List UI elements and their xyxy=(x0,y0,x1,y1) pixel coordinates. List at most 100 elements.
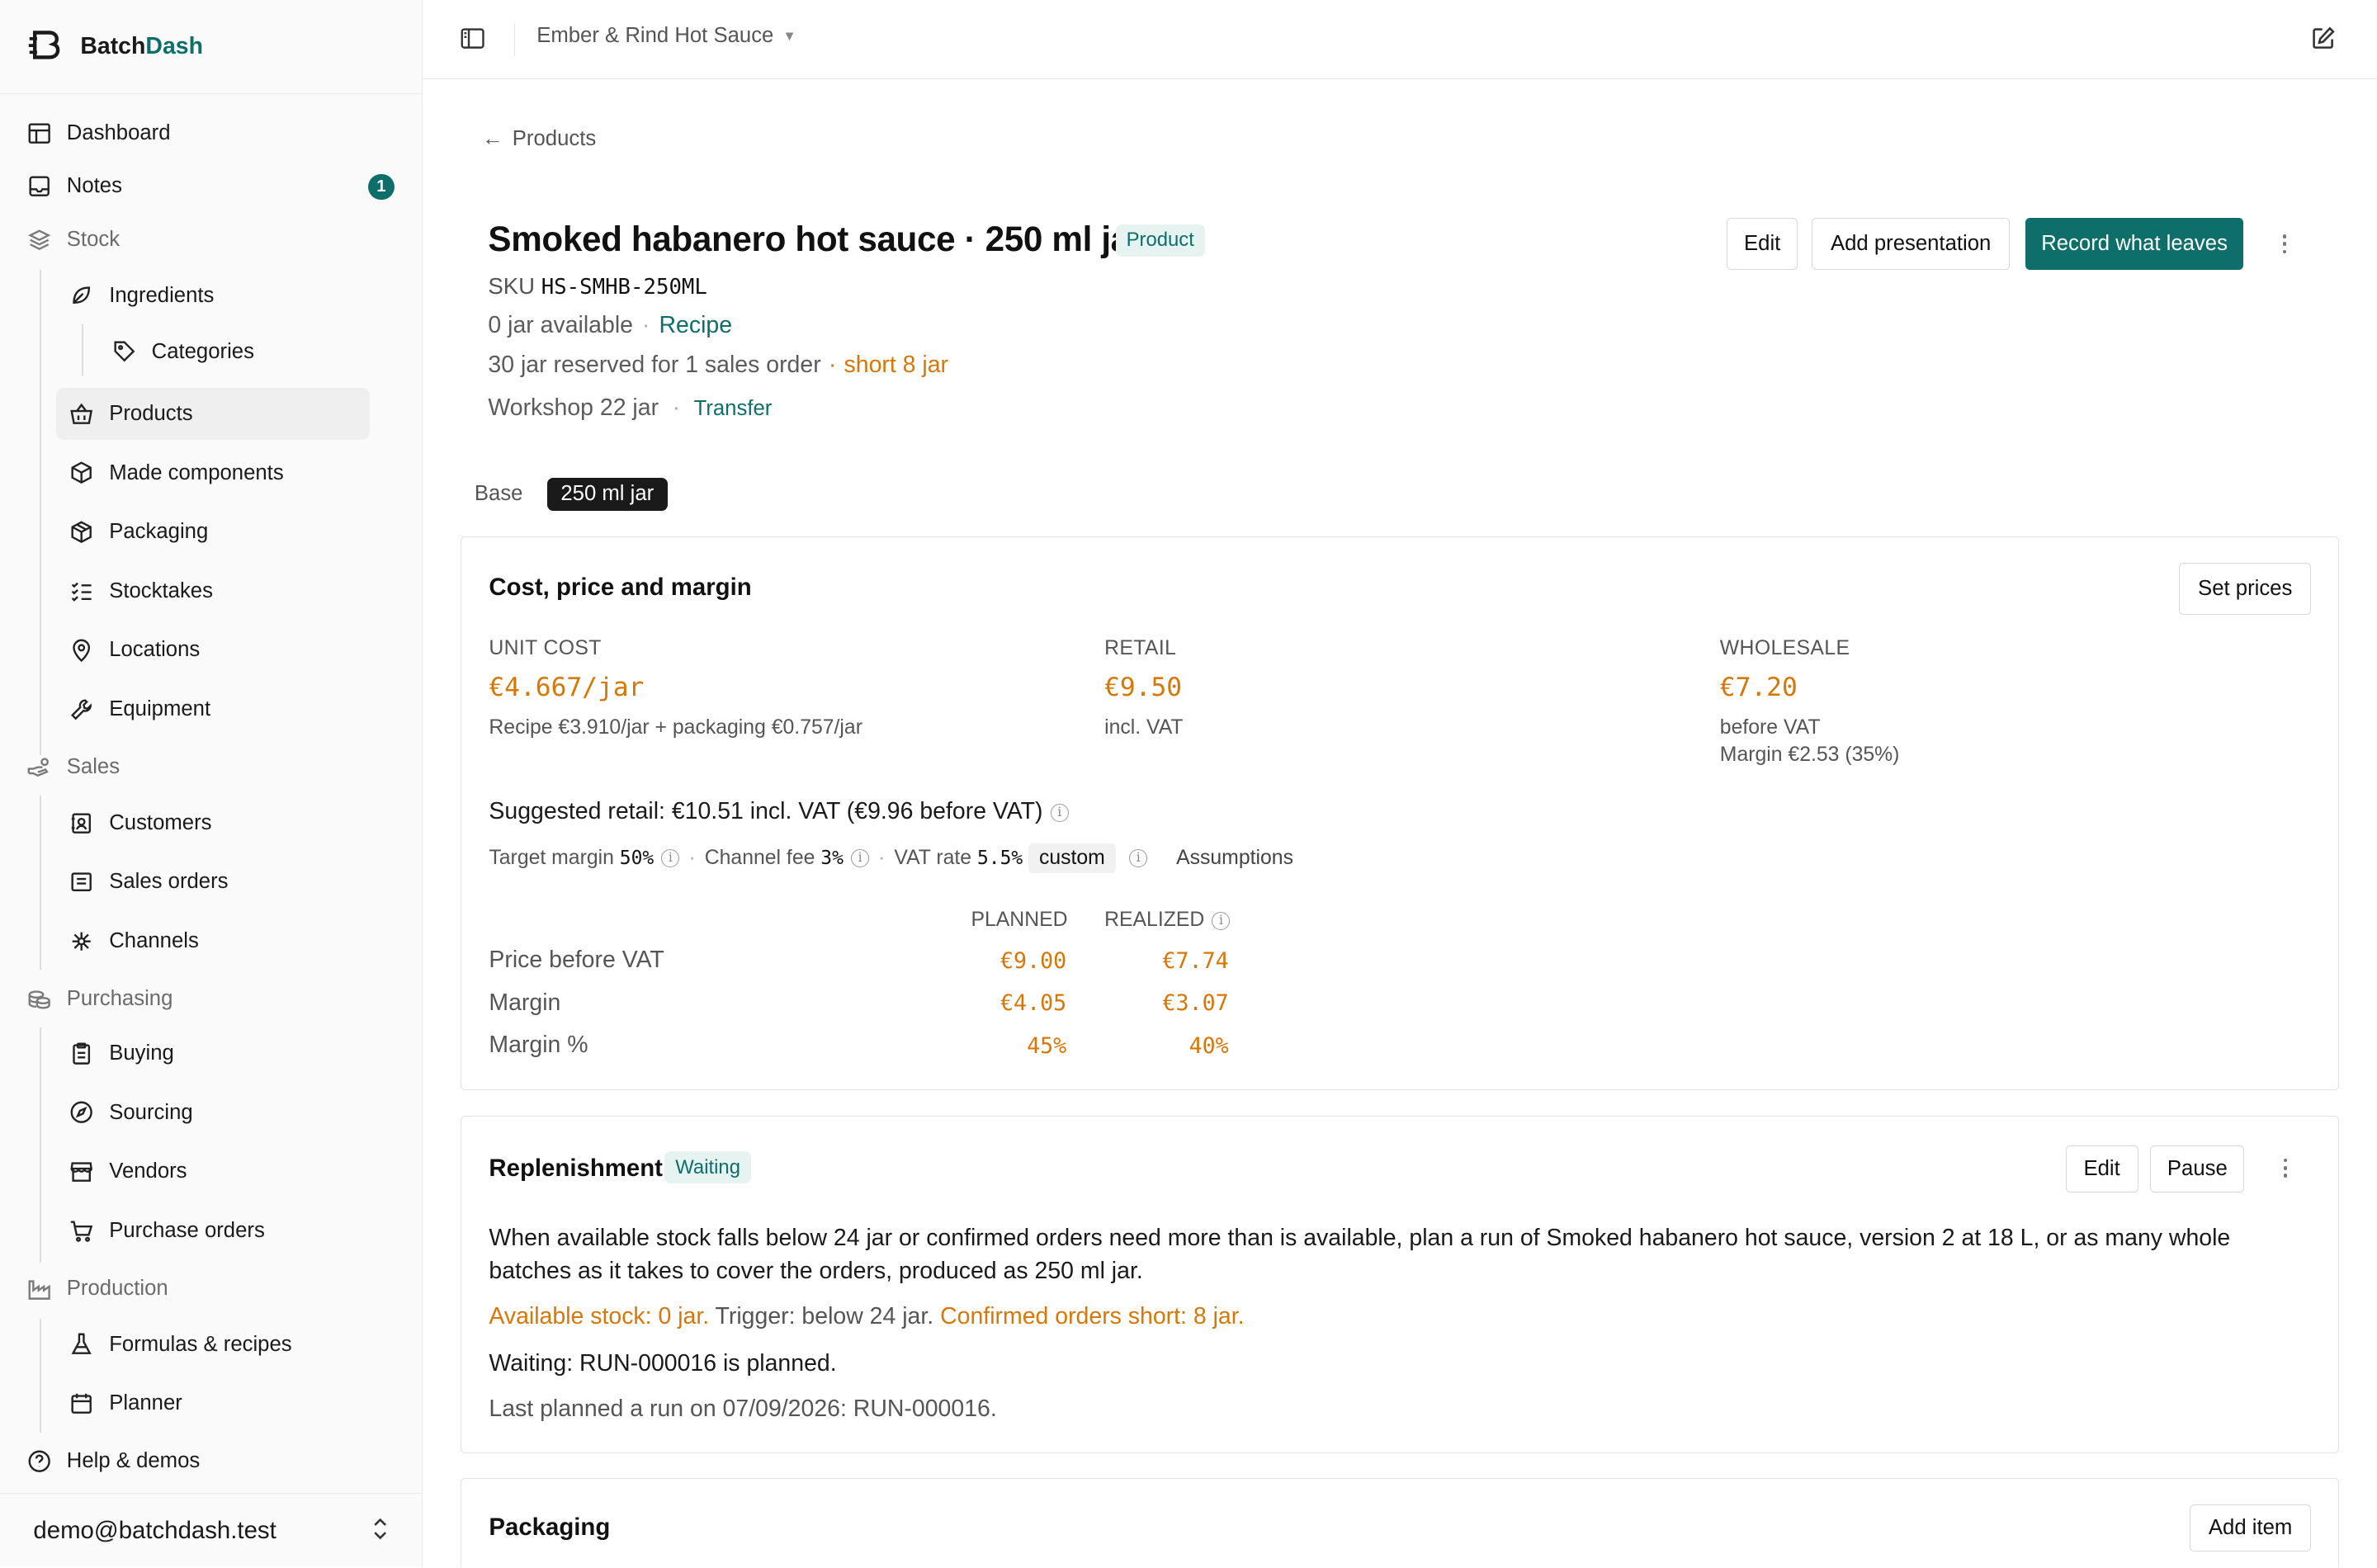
add-item-button[interactable]: Add item xyxy=(2190,1504,2312,1551)
compose-icon[interactable] xyxy=(2310,26,2336,51)
tag-icon xyxy=(112,339,136,363)
org-switcher[interactable]: Ember & Rind Hot Sauce ▼ xyxy=(536,24,796,48)
edit-button[interactable]: Edit xyxy=(1727,218,1798,270)
target-margin-value: 50% xyxy=(619,847,655,869)
factory-icon xyxy=(27,1277,51,1301)
sku-line: SKU HS-SMHB-250ML xyxy=(488,272,707,300)
cube-icon xyxy=(69,460,93,484)
back-link[interactable]: ← Products xyxy=(482,127,596,151)
presentation-tabs: Base 250 ml jar xyxy=(475,477,668,511)
brand-name: BatchDash xyxy=(80,32,203,59)
user-menu[interactable]: demo@batchdash.test xyxy=(0,1493,423,1567)
notes-count-badge: 1 xyxy=(368,174,395,201)
sidebar-item-planner[interactable]: Planner xyxy=(69,1381,182,1426)
sidebar-item-locations[interactable]: Locations xyxy=(69,627,200,673)
record-what-leaves-button[interactable]: Record what leaves xyxy=(2025,218,2244,270)
tab-250ml-jar[interactable]: 250 ml jar xyxy=(546,477,668,511)
sidebar-item-customers[interactable]: Customers xyxy=(69,801,211,846)
sidebar-item-packaging[interactable]: Packaging xyxy=(69,509,208,555)
sidebar-toggle-icon[interactable] xyxy=(460,26,485,51)
wholesale-note: before VAT xyxy=(1719,716,1821,739)
sidebar-item-vendors[interactable]: Vendors xyxy=(69,1149,187,1194)
sidebar-section-sales[interactable]: Sales xyxy=(27,744,120,790)
hand-coins-icon xyxy=(27,755,51,779)
sidebar-item-products[interactable]: Products xyxy=(69,391,193,437)
info-icon[interactable]: i xyxy=(661,848,680,867)
notes-icon xyxy=(27,174,51,198)
layers-icon xyxy=(27,228,51,252)
arrow-left-icon: ← xyxy=(482,127,503,151)
transfer-link[interactable]: Transfer xyxy=(694,397,773,420)
wholesale-margin: Margin €2.53 (35%) xyxy=(1719,743,1900,766)
reserved-line: 30 jar reserved for 1 sales order · short … xyxy=(488,352,949,379)
retail-label: RETAIL xyxy=(1104,637,1177,660)
sidebar: BatchDash Dashboard Notes 1 Stock Ingred… xyxy=(0,0,423,1568)
realized-value: 40% xyxy=(1188,1032,1229,1059)
contact-icon xyxy=(69,811,93,835)
vat-rate-value: 5.5% xyxy=(976,847,1023,869)
pause-button[interactable]: Pause xyxy=(2150,1145,2245,1193)
cost-price-margin-card: Cost, price and margin Set prices UNIT C… xyxy=(461,536,2339,1090)
last-planned-line: Last planned a run on 07/09/2026: RUN-00… xyxy=(489,1396,997,1423)
sidebar-section-stock[interactable]: Stock xyxy=(27,217,120,262)
row-label: Margin xyxy=(489,989,561,1016)
sidebar-item-dashboard[interactable]: Dashboard xyxy=(27,111,171,156)
sidebar-item-help-demos[interactable]: Help & demos xyxy=(27,1438,200,1484)
channel-fee-value: 3% xyxy=(820,847,844,869)
recipe-link[interactable]: Recipe xyxy=(659,312,733,338)
sidebar-item-channels[interactable]: Channels xyxy=(69,919,199,964)
row-label: Margin % xyxy=(489,1031,588,1058)
network-icon xyxy=(69,929,93,953)
stock-status-line: Available stock: 0 jar. Trigger: below 2… xyxy=(489,1303,1245,1330)
unit-cost-label: UNIT COST xyxy=(489,637,602,660)
wholesale-label: WHOLESALE xyxy=(1719,637,1850,660)
assumptions-link[interactable]: Assumptions xyxy=(1176,847,1293,870)
workshop-line: Workshop 22 jar · Transfer xyxy=(488,394,773,421)
suggested-retail: Suggested retail: €10.51 incl. VAT (€9.9… xyxy=(489,798,1069,825)
short-warning: short 8 jar xyxy=(844,352,949,379)
sidebar-section-purchasing[interactable]: Purchasing xyxy=(27,976,172,1022)
status-badge: Waiting xyxy=(664,1151,751,1184)
sidebar-item-buying[interactable]: Buying xyxy=(69,1031,174,1076)
brand[interactable]: BatchDash xyxy=(0,0,423,94)
store-icon xyxy=(69,1159,93,1183)
batchdash-logo-icon xyxy=(28,31,60,60)
availability-line: 0 jar available · Recipe xyxy=(488,312,733,339)
type-badge: Product xyxy=(1115,224,1205,257)
sku-code: HS-SMHB-250ML xyxy=(541,274,707,300)
col-realized: REALIZED i xyxy=(1104,909,1231,932)
sidebar-item-equipment[interactable]: Equipment xyxy=(69,687,210,732)
sidebar-item-formulas-recipes[interactable]: Formulas & recipes xyxy=(69,1322,292,1367)
sidebar-item-purchase-orders[interactable]: Purchase orders xyxy=(69,1208,265,1254)
sidebar-item-stocktakes[interactable]: Stocktakes xyxy=(69,569,213,614)
more-options-icon[interactable] xyxy=(2272,229,2296,259)
leaf-icon xyxy=(69,283,93,307)
set-prices-button[interactable]: Set prices xyxy=(2179,563,2312,615)
nav-tree-line xyxy=(39,1027,41,1263)
info-icon[interactable]: i xyxy=(1050,803,1069,822)
wholesale-value: €7.20 xyxy=(1719,672,1798,702)
checklist-icon xyxy=(69,579,93,603)
more-options-icon[interactable] xyxy=(2273,1153,2297,1183)
sidebar-item-ingredients[interactable]: Ingredients xyxy=(69,273,214,319)
info-icon[interactable]: i xyxy=(1129,848,1148,867)
add-presentation-button[interactable]: Add presentation xyxy=(1811,218,2011,270)
sidebar-item-sourcing[interactable]: Sourcing xyxy=(69,1090,193,1136)
unit-cost-breakdown: Recipe €3.910/jar + packaging €0.757/jar xyxy=(489,716,862,739)
card-title: Cost, price and margin xyxy=(489,574,752,602)
sidebar-item-categories[interactable]: Categories xyxy=(112,329,254,375)
edit-replenishment-button[interactable]: Edit xyxy=(2065,1145,2138,1193)
basket-icon xyxy=(69,402,93,426)
tab-base[interactable]: Base xyxy=(475,482,523,506)
page-title: Smoked habanero hot sauce · 250 ml jar xyxy=(488,220,1143,259)
wrench-icon xyxy=(69,697,93,721)
sidebar-item-sales-orders[interactable]: Sales orders xyxy=(69,859,229,904)
sidebar-item-made-components[interactable]: Made components xyxy=(69,450,284,495)
sidebar-section-production[interactable]: Production xyxy=(27,1266,168,1311)
info-icon[interactable]: i xyxy=(851,848,870,867)
nav-tree-line xyxy=(39,796,41,971)
sidebar-item-notes[interactable]: Notes xyxy=(27,163,122,209)
unit-cost-value: €4.667/jar xyxy=(489,672,645,702)
info-icon[interactable]: i xyxy=(1212,911,1231,930)
help-circle-icon xyxy=(27,1449,51,1473)
